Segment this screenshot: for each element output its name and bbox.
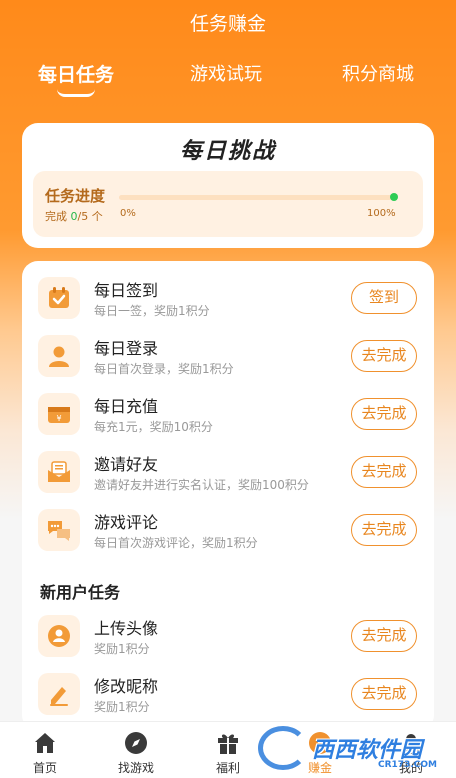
list-item-upload-avatar: 上传头像 奖励1积分 去完成 — [22, 607, 434, 665]
completed-count: 0 — [70, 210, 78, 223]
new-user-section-title: 新用户任务 — [40, 583, 121, 602]
task-title: 邀请好友 — [94, 455, 159, 474]
nav-item-welfare[interactable]: 福利 — [188, 722, 268, 778]
nav-item-earn[interactable]: 赚金 — [280, 722, 360, 778]
task-description: 每日一签，奖励1积分 — [94, 304, 210, 318]
nav-item-home[interactable]: 首页 — [5, 722, 85, 778]
list-item-change-nickname: 修改昵称 奖励1积分 去完成 — [22, 665, 434, 723]
sign-in-button[interactable]: 签到 — [351, 282, 417, 314]
nav-label: 福利 — [215, 761, 240, 775]
list-item-game-review: 游戏评论 每日首次游戏评论，奖励1积分 去完成 — [22, 501, 434, 559]
profile-icon — [402, 734, 420, 754]
go-complete-button[interactable]: 去完成 — [351, 678, 417, 710]
tab-label: 每日任务 — [38, 64, 115, 86]
gift-icon — [218, 734, 238, 754]
task-tabs: 每日任务 游戏试玩 积分商城 — [0, 60, 456, 100]
task-title: 每日充值 — [94, 397, 159, 416]
progress-bar — [119, 195, 395, 200]
go-complete-button[interactable]: 去完成 — [351, 514, 417, 546]
list-item-daily-recharge: ¥ 每日充值 每充1元，奖励10积分 去完成 — [22, 385, 434, 443]
progress-min-label: 0% — [120, 208, 136, 219]
task-progress-panel: 任务进度 完成 0/5 个 0% 100% — [33, 171, 423, 237]
task-title: 修改昵称 — [94, 677, 159, 696]
go-complete-button[interactable]: 去完成 — [351, 620, 417, 652]
task-list-card: 每日签到 每日一签，奖励1积分 签到 每日登录 每日首次登录，奖励1积分 去完成… — [22, 261, 434, 731]
nav-label: 我的 — [398, 761, 423, 775]
completed-prefix: 完成 — [45, 210, 67, 223]
progress-count: 完成 0/5 个 — [45, 208, 103, 224]
tab-label: 积分商城 — [342, 64, 414, 85]
progress-end-dot — [390, 193, 398, 201]
bottom-navigation: 首页 找游戏 福利 赚金 我的 — [0, 721, 456, 778]
go-complete-button[interactable]: 去完成 — [351, 340, 417, 372]
nav-item-mine[interactable]: 我的 — [371, 722, 451, 778]
list-item-invite-friends: 邀请好友 邀请好友并进行实名认证，奖励100积分 去完成 — [22, 443, 434, 501]
task-description: 每日首次登录，奖励1积分 — [94, 362, 234, 376]
task-title: 每日签到 — [94, 281, 159, 300]
tab-daily-tasks[interactable]: 每日任务 — [38, 60, 115, 97]
task-title: 游戏评论 — [94, 513, 159, 532]
task-description: 每日首次游戏评论，奖励1积分 — [94, 536, 258, 550]
go-complete-button[interactable]: 去完成 — [351, 456, 417, 488]
avatar-icon — [38, 615, 80, 657]
nav-label: 找游戏 — [117, 761, 154, 775]
list-item-daily-login: 每日登录 每日首次登录，奖励1积分 去完成 — [22, 327, 434, 385]
wallet-yen-icon: ¥ — [38, 393, 80, 435]
user-icon — [38, 335, 80, 377]
challenge-title: 每日挑战 — [179, 139, 276, 164]
svg-text:¥: ¥ — [56, 414, 61, 423]
coin-icon — [309, 732, 331, 754]
task-description: 奖励1积分 — [94, 642, 150, 656]
nav-label: 首页 — [32, 761, 57, 775]
nav-label: 赚金 — [307, 761, 332, 775]
nav-item-find-games[interactable]: 找游戏 — [96, 722, 176, 778]
daily-challenge-card: 每日挑战 任务进度 完成 0/5 个 0% 100% — [22, 123, 434, 248]
pencil-icon — [38, 673, 80, 715]
progress-label: 任务进度 — [45, 187, 106, 205]
list-item-daily-sign-in: 每日签到 每日一签，奖励1积分 签到 — [22, 269, 434, 327]
home-icon — [35, 733, 55, 753]
compass-icon — [125, 732, 147, 754]
page-title: 任务赚金 — [189, 13, 266, 35]
progress-max-label: 100% — [367, 208, 396, 219]
go-complete-button[interactable]: 去完成 — [351, 398, 417, 430]
comment-icon — [38, 509, 80, 551]
task-description: 奖励1积分 — [94, 700, 150, 714]
tab-label: 游戏试玩 — [190, 64, 262, 85]
tab-game-trial[interactable]: 游戏试玩 — [190, 60, 262, 90]
task-description: 邀请好友并进行实名认证，奖励100积分 — [94, 478, 309, 492]
active-tab-indicator — [57, 89, 95, 97]
task-description: 每充1元，奖励10积分 — [94, 420, 213, 434]
calendar-check-icon — [38, 277, 80, 319]
envelope-icon — [38, 451, 80, 493]
total-count: /5 个 — [77, 210, 103, 223]
task-title: 每日登录 — [94, 339, 159, 358]
task-title: 上传头像 — [94, 619, 159, 638]
tab-points-mall[interactable]: 积分商城 — [342, 60, 414, 90]
